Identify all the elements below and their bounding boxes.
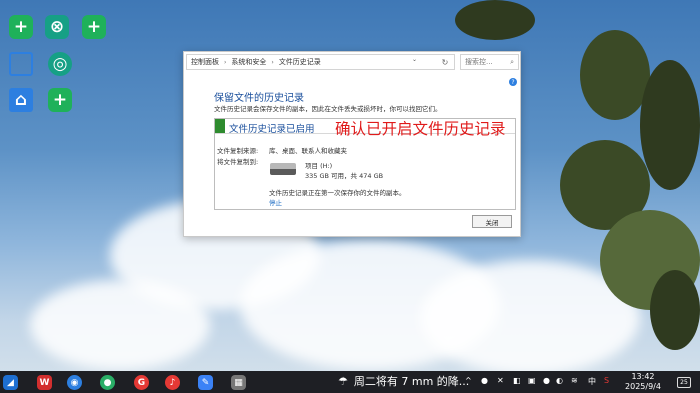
search-icon: ⌕ — [510, 57, 514, 66]
chevron-right-icon: › — [224, 58, 227, 66]
time: 13:42 — [631, 372, 655, 381]
drive-icon — [270, 163, 296, 175]
language-indicator[interactable]: 中 — [588, 376, 596, 387]
weather-widget[interactable]: ☂ 周二将有 7 mm 的降... — [338, 373, 469, 389]
cloud — [30, 280, 210, 370]
wifi-icon[interactable]: ≋ — [571, 376, 578, 385]
copy-from-value: 库、桌面、联系人和收藏夹 — [269, 147, 347, 155]
wechat-tray-icon[interactable]: ● — [481, 376, 488, 385]
annotation-text: 确认已开启文件历史记录 — [335, 120, 506, 138]
chevron-down-icon[interactable]: ⌄ — [412, 56, 417, 63]
browser-icon[interactable]: ◉ — [67, 375, 82, 390]
copy-from-label: 文件复制来源: — [217, 147, 259, 155]
file-history-window: 控制面板 › 系统和安全 › 文件历史记录 ⌄ ↻ 搜索控... ⌕ ? 保留文… — [183, 51, 521, 237]
app-tray-icon[interactable]: ▣ — [528, 376, 536, 385]
clock[interactable]: 13:42 2025/9/4 — [622, 372, 664, 392]
tree-leaves — [455, 0, 535, 40]
desktop-app-icon[interactable]: + — [82, 15, 106, 39]
tree-leaves — [650, 270, 700, 350]
refresh-icon[interactable]: ↻ — [438, 55, 452, 69]
tree-leaves — [580, 30, 650, 120]
breadcrumb-item[interactable]: 文件历史记录 — [279, 57, 321, 67]
search-input[interactable]: 搜索控... ⌕ — [460, 54, 519, 70]
app-tray-icon[interactable]: ● — [543, 376, 550, 385]
desktop-app-icon[interactable]: ⊗ — [45, 15, 69, 39]
notification-badge[interactable]: 25 — [677, 377, 691, 388]
music-icon[interactable]: ♪ — [165, 375, 180, 390]
app-tray-icon[interactable]: ◧ — [513, 376, 521, 385]
app-tray-icon[interactable]: ◐ — [556, 376, 563, 385]
input-method-icon[interactable]: S — [604, 376, 609, 385]
app-icon[interactable]: ▦ — [231, 375, 246, 390]
desktop-app-icon[interactable]: ◎ — [48, 52, 72, 76]
stop-link[interactable]: 停止 — [269, 197, 282, 207]
page-description: 文件历史记录会保存文件的副本，因此在文件丢失或损坏时，你可以找回它们。 — [214, 105, 442, 113]
status-text: 文件历史记录已启用 — [229, 124, 315, 135]
app-icon[interactable]: G — [134, 375, 149, 390]
drive-space: 335 GB 可用，共 474 GB — [305, 172, 384, 180]
status-indicator — [215, 119, 225, 133]
recycle-bin-icon[interactable]: ⌂ — [9, 88, 33, 112]
wechat-icon[interactable]: ● — [100, 375, 115, 390]
desktop-app-icon[interactable]: + — [48, 88, 72, 112]
app-icon[interactable]: ◢ — [3, 375, 18, 390]
breadcrumb-item[interactable]: 控制面板 — [191, 57, 219, 67]
drive-name: 项目 (H:) — [305, 162, 333, 170]
close-button[interactable]: 关闭 — [472, 215, 512, 228]
help-icon[interactable]: ? — [509, 78, 517, 86]
saving-note: 文件历史记录正在第一次保存你的文件的副本。 — [269, 189, 406, 197]
wps-icon[interactable]: W — [37, 375, 52, 390]
umbrella-icon: ☂ — [338, 374, 348, 388]
notes-icon[interactable]: ✎ — [198, 375, 213, 390]
copy-to-label: 将文件复制到: — [217, 158, 259, 166]
search-placeholder: 搜索控... — [465, 58, 493, 66]
weather-text: 周二将有 7 mm 的降... — [353, 375, 470, 388]
chevron-up-icon[interactable]: ^ — [465, 376, 472, 385]
computer-icon[interactable] — [9, 52, 33, 76]
page-title: 保留文件的历史记录 — [214, 93, 304, 104]
tree-leaves — [640, 60, 700, 190]
chevron-right-icon: › — [271, 58, 274, 66]
breadcrumb-item[interactable]: 系统和安全 — [231, 57, 266, 67]
desktop-app-icon[interactable]: + — [9, 15, 33, 39]
date: 2025/9/4 — [625, 382, 661, 391]
app-tray-icon[interactable]: ✕ — [497, 376, 504, 385]
address-bar: 控制面板 › 系统和安全 › 文件历史记录 ⌄ ↻ 搜索控... ⌕ — [184, 52, 520, 72]
